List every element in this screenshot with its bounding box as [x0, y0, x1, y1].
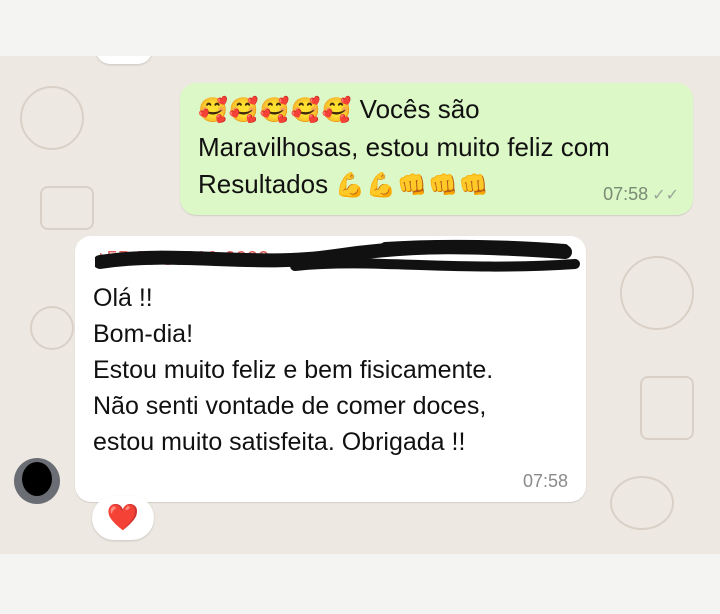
- heart-reaction[interactable]: ❤️: [92, 496, 154, 540]
- smiling-hearts-emoji: 🥰🥰🥰🥰🥰: [198, 96, 353, 124]
- message-line: Olá !!: [93, 284, 153, 312]
- wallpaper-doodle: [30, 306, 74, 350]
- wallpaper-doodle: [610, 476, 674, 530]
- incoming-message-bubble[interactable]: +55 00 00000-0000 Olá !! Bom-dia! Estou …: [75, 236, 586, 502]
- outgoing-message-text: 🥰🥰🥰🥰🥰 Vocês são Maravilhosas, estou muit…: [198, 91, 668, 204]
- double-check-icon: ✓✓: [652, 185, 679, 204]
- chat-area[interactable]: 🥰🥰🥰🥰🥰 Vocês são Maravilhosas, estou muit…: [0, 56, 720, 554]
- redaction-scribble: [95, 239, 580, 272]
- message-line: Não senti vontade de comer doces,: [93, 392, 487, 420]
- outgoing-message-meta: 07:58 ✓✓: [603, 184, 679, 205]
- wallpaper-doodle: [640, 376, 694, 440]
- muscle-fist-emoji: 💪💪👊👊👊: [335, 171, 490, 199]
- outgoing-message-bubble[interactable]: 🥰🥰🥰🥰🥰 Vocês são Maravilhosas, estou muit…: [180, 83, 693, 215]
- message-line: Bom-dia!: [93, 320, 194, 348]
- avatar[interactable]: [14, 458, 60, 504]
- message-line: estou muito satisfeita. Obrigada !!: [93, 428, 466, 456]
- avatar-redaction: [22, 462, 52, 496]
- wallpaper-doodle: [620, 256, 694, 330]
- message-line: Estou muito feliz e bem fisicamente.: [93, 356, 494, 384]
- incoming-message-text: Olá !! Bom-dia! Estou muito feliz e bem …: [93, 280, 573, 460]
- previous-message-reaction[interactable]: [96, 56, 152, 64]
- message-line: Maravilhosas, estou muito feliz com: [198, 132, 610, 162]
- message-time: 07:58: [522, 471, 568, 491]
- wallpaper-doodle: [20, 86, 84, 150]
- message-time: 07:58: [603, 184, 649, 204]
- message-line: Resultados: [198, 169, 329, 199]
- wallpaper-doodle: [40, 186, 94, 230]
- message-line: Vocês são: [359, 94, 480, 124]
